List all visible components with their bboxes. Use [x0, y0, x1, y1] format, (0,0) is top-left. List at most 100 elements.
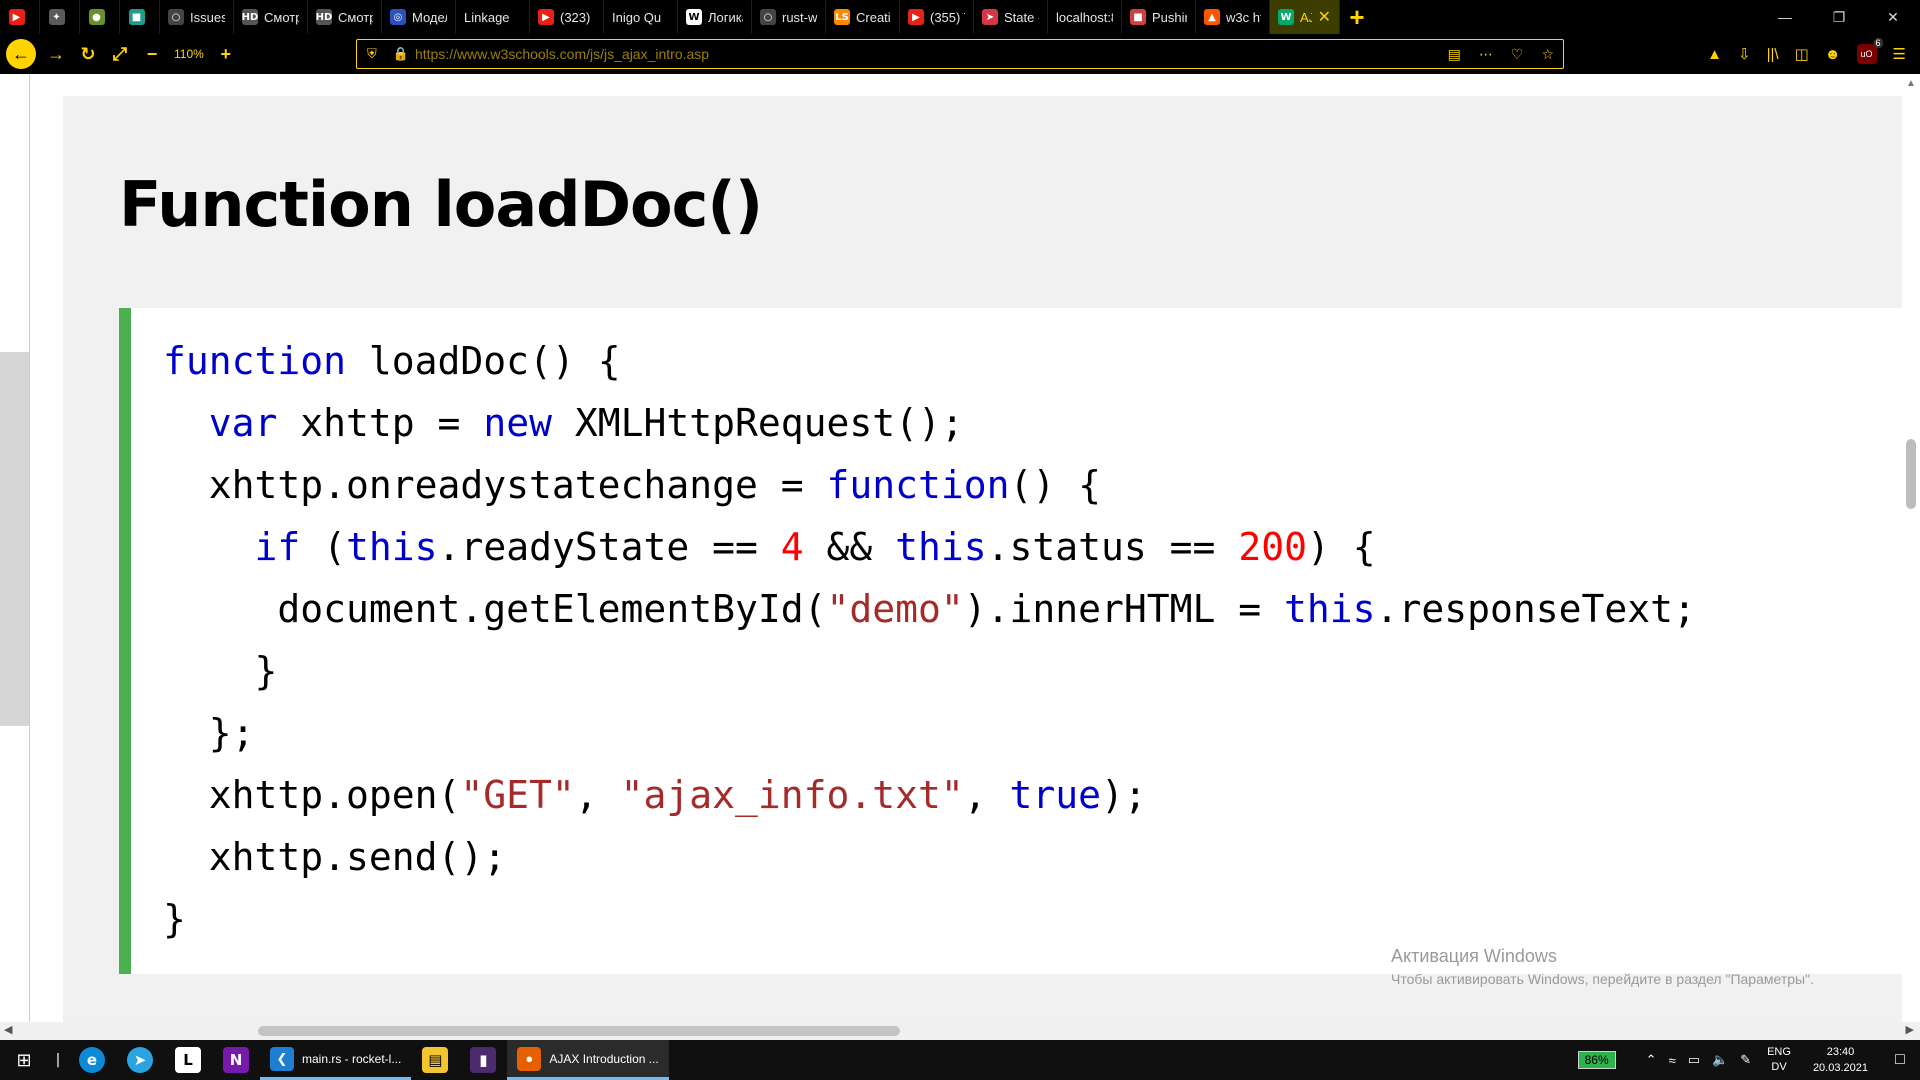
browser-tab[interactable]: ▶ (323) Lea — [530, 0, 604, 34]
start-button[interactable]: ⊞ — [0, 1040, 48, 1080]
browser-tab[interactable]: ■ Pushing — [1122, 0, 1196, 34]
arrow-left-icon: ← — [12, 43, 30, 64]
notification-icon[interactable]: □ — [1880, 1051, 1920, 1069]
library-icon[interactable]: ||\ — [1759, 46, 1787, 63]
code-line: xhttp.onreadystatechange = function() { — [163, 454, 1696, 516]
battery-icon[interactable]: ▭ — [1682, 1052, 1706, 1068]
youtube-icon: ▶ — [538, 9, 554, 25]
zoom-in-button[interactable]: + — [210, 38, 242, 70]
minus-icon: − — [146, 43, 158, 64]
browser-tab[interactable]: Inigo Qu — [604, 0, 678, 34]
file-explorer-icon[interactable]: ▤ — [411, 1040, 459, 1080]
menu-icon[interactable]: ☰ — [1885, 45, 1914, 63]
browser-tab[interactable]: HD Смотрет — [234, 0, 308, 34]
restore-icon[interactable]: ❐ — [1812, 0, 1866, 34]
book-app-icon[interactable]: ▮ — [459, 1040, 507, 1080]
code-text: () { — [1009, 463, 1102, 507]
taskbar-app[interactable]: ❮ main.rs - rocket-l... — [260, 1040, 412, 1080]
browser-tab[interactable]: HD Смотрет — [308, 0, 382, 34]
browser-tab[interactable]: ▶ — [0, 0, 40, 34]
volume-icon[interactable]: 🔈 — [1706, 1052, 1734, 1068]
wifi-icon[interactable]: ≈ — [1663, 1053, 1682, 1068]
pocket-icon[interactable]: ♡ — [1502, 46, 1533, 63]
clock[interactable]: 23:40 20.03.2021 — [1801, 1044, 1880, 1076]
youtube-icon: ▶ — [908, 9, 924, 25]
reader-view-icon[interactable]: ▤ — [1439, 46, 1470, 63]
vertical-scroll-thumb[interactable] — [1906, 439, 1916, 509]
zoom-out-button[interactable]: − — [136, 38, 168, 70]
vertical-scrollbar[interactable]: ▲ — [1902, 74, 1920, 1024]
taskbar-app[interactable]: ● AJAX Introduction ... — [507, 1040, 669, 1080]
browser-tab[interactable]: ▶ (355) Tim — [900, 0, 974, 34]
onenote-icon[interactable]: N — [212, 1040, 260, 1080]
minimize-icon[interactable]: — — [1758, 0, 1812, 34]
code-number: 200 — [1238, 525, 1307, 569]
pen-icon[interactable]: ✎ — [1734, 1052, 1757, 1068]
code-text: } — [163, 897, 186, 941]
code-keyword: function — [826, 463, 1010, 507]
lichess-icon[interactable]: L — [164, 1040, 212, 1080]
github-icon: ○ — [168, 9, 184, 25]
browser-tab[interactable]: ✦ — [40, 0, 80, 34]
code-keyword: this — [346, 525, 438, 569]
extension-icon[interactable]: ▲ — [1699, 46, 1730, 63]
lock-icon[interactable]: 🔒 — [383, 46, 415, 62]
sidebar-icon[interactable]: ◫ — [1787, 45, 1817, 63]
browser-tab[interactable]: ▲ w3c http — [1196, 0, 1270, 34]
toolbar-right: ▲ ⇩ ||\ ◫ ☻ uO 6 ☰ — [1699, 34, 1914, 74]
chevron-up-icon[interactable]: ⌃ — [1640, 1052, 1663, 1068]
new-tab-button[interactable]: + — [1340, 0, 1374, 34]
browser-tab[interactable]: W Логика п — [678, 0, 752, 34]
browser-tab[interactable]: LS Creating — [826, 0, 900, 34]
forward-button[interactable]: → — [40, 38, 72, 70]
code-text: document.getElementById( — [163, 587, 827, 631]
tab-label: Inigo Qu — [612, 9, 662, 25]
url-text[interactable]: https://www.w3schools.com/js/js_ajax_int… — [415, 46, 709, 62]
tab-active[interactable]: W AJAX✕ — [1270, 0, 1340, 34]
sidebar-scroll-thumb[interactable] — [0, 352, 29, 726]
horizontal-scroll-thumb[interactable] — [258, 1026, 900, 1036]
ublock-icon[interactable]: uO 6 — [1856, 38, 1883, 64]
code-line: } — [163, 640, 1696, 702]
scroll-left-icon[interactable]: ◀ — [4, 1023, 12, 1036]
fullscreen-button[interactable]: ⤢ — [104, 38, 136, 70]
close-tab-icon[interactable]: ✕ — [1312, 7, 1331, 27]
browser-tab[interactable]: localhost:800 — [1048, 0, 1122, 34]
address-bar[interactable]: ⛨ 🔒 https://www.w3schools.com/js/js_ajax… — [356, 39, 1564, 69]
browser-tab[interactable]: ○ rust-wind — [752, 0, 826, 34]
browser-tab[interactable]: ● — [80, 0, 120, 34]
downloads-icon[interactable]: ⇩ — [1730, 45, 1759, 63]
close-window-icon[interactable]: ✕ — [1866, 0, 1920, 34]
browser-tab[interactable]: ■ — [120, 0, 160, 34]
scroll-right-icon[interactable]: ▶ — [1906, 1023, 1914, 1036]
tab-label: Linkage — [464, 9, 510, 25]
edge-icon[interactable]: e — [68, 1040, 116, 1080]
browser-tab[interactable]: ◎ Моделир — [382, 0, 456, 34]
horizontal-scrollbar[interactable]: ◀ ▶ — [0, 1022, 1920, 1040]
scroll-up-icon[interactable]: ▲ — [1906, 78, 1916, 89]
account-icon[interactable]: ☻ — [1817, 46, 1849, 63]
language-indicator[interactable]: ENG DV — [1757, 1045, 1801, 1075]
code-text: , — [574, 773, 621, 817]
browser-tab[interactable]: ➤ State - R — [974, 0, 1048, 34]
code-text: , — [963, 773, 1010, 817]
battery-indicator[interactable]: 86% — [1577, 1051, 1616, 1069]
reload-button[interactable]: ↻ — [72, 38, 104, 70]
w3-icon: W — [1278, 9, 1294, 25]
telegram-icon[interactable]: ➤ — [116, 1040, 164, 1080]
bookmark-star-icon[interactable]: ☆ — [1532, 46, 1563, 63]
task-view-icon[interactable]: | — [48, 1040, 68, 1080]
more-actions-icon[interactable]: ⋯ — [1470, 46, 1502, 63]
code-string: "ajax_info.txt" — [620, 773, 964, 817]
browser-tab[interactable]: ○ Issues · b — [160, 0, 234, 34]
browser-tab[interactable]: Linkage — [456, 0, 530, 34]
code-keyword: true — [1009, 773, 1102, 817]
activation-subtitle: Чтобы активировать Windows, перейдите в … — [1391, 971, 1814, 987]
tab-label: State - R — [1004, 9, 1039, 25]
shield-icon[interactable]: ⛨ — [357, 46, 383, 62]
zoom-level[interactable]: 110% — [168, 47, 210, 61]
back-button[interactable]: ← — [6, 39, 36, 69]
tab-label: Creating — [856, 9, 891, 25]
language-top: ENG — [1767, 1046, 1791, 1058]
